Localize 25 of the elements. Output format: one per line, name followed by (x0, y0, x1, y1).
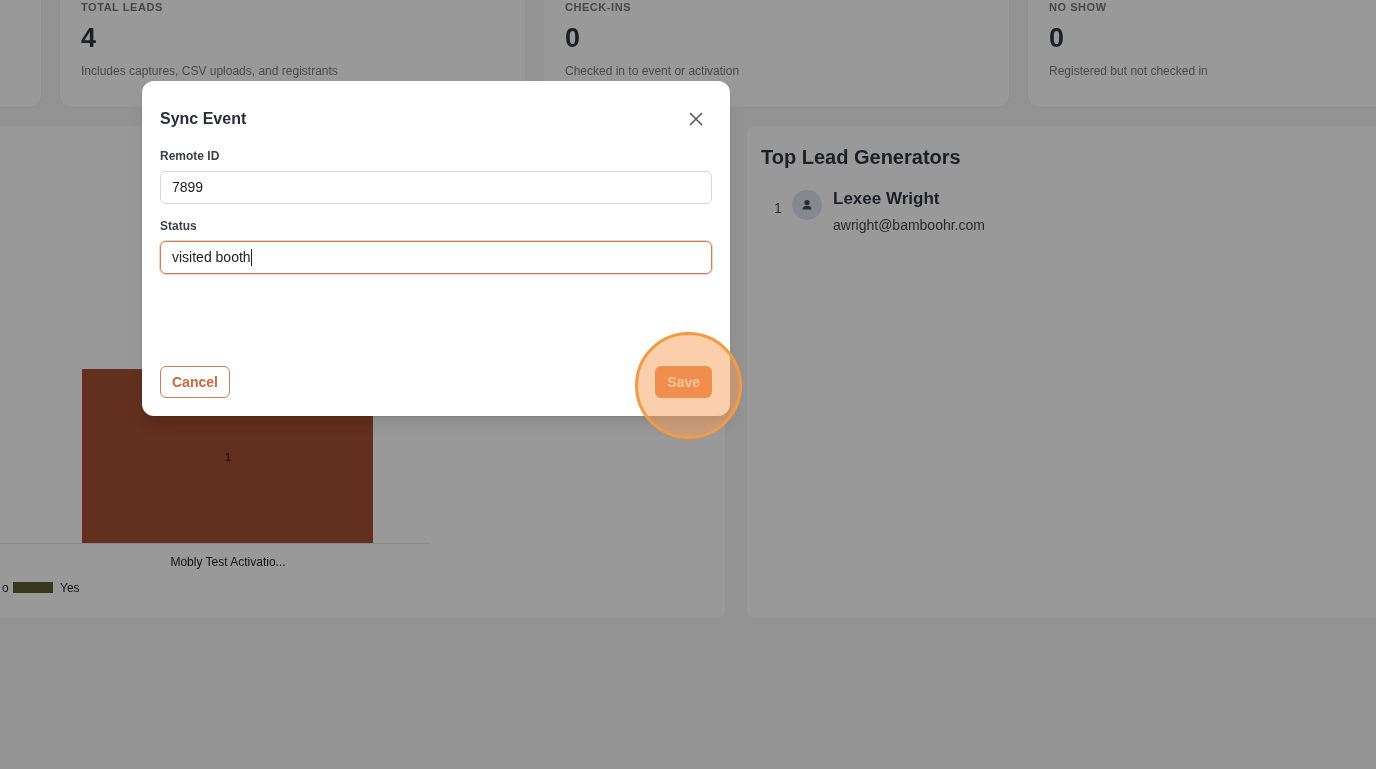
stat-note: Includes captures, CSV uploads, and registrants (81, 64, 338, 78)
stat-label: CHECK-INS (565, 1, 632, 14)
panel-title: Top Lead Generators (761, 145, 961, 170)
stat-value: 0 (1049, 22, 1065, 54)
field-label: Remote ID (160, 148, 220, 165)
rank-number: 1 (773, 199, 783, 218)
cancel-button[interactable]: Cancel (160, 366, 230, 398)
stat-note: Registered but not checked in (1049, 64, 1208, 78)
stat-label: NO SHOW (1049, 1, 1107, 14)
stat-label: TOTAL LEADS (81, 1, 163, 14)
input-field[interactable]: 7899 (160, 171, 712, 204)
stat-value: 4 (81, 22, 97, 54)
close-icon (689, 112, 703, 126)
stat-note: Checked in to event or activation (565, 64, 740, 78)
dialog-title: Sync Event (160, 109, 247, 129)
person-email: awright@bamboohr.com (833, 215, 985, 235)
bar-value-label: 1 (224, 451, 232, 463)
legend-label: Yes (60, 581, 80, 595)
stat-value: 0 (565, 22, 581, 54)
person-name: Lexee Wright (833, 188, 940, 210)
field-label: Status (160, 218, 197, 235)
legend-label: o (2, 581, 9, 595)
category-label: Mobly Test Activatio... (170, 555, 286, 569)
avatar-icon (792, 190, 822, 220)
input-field[interactable]: visited booth (160, 241, 712, 274)
